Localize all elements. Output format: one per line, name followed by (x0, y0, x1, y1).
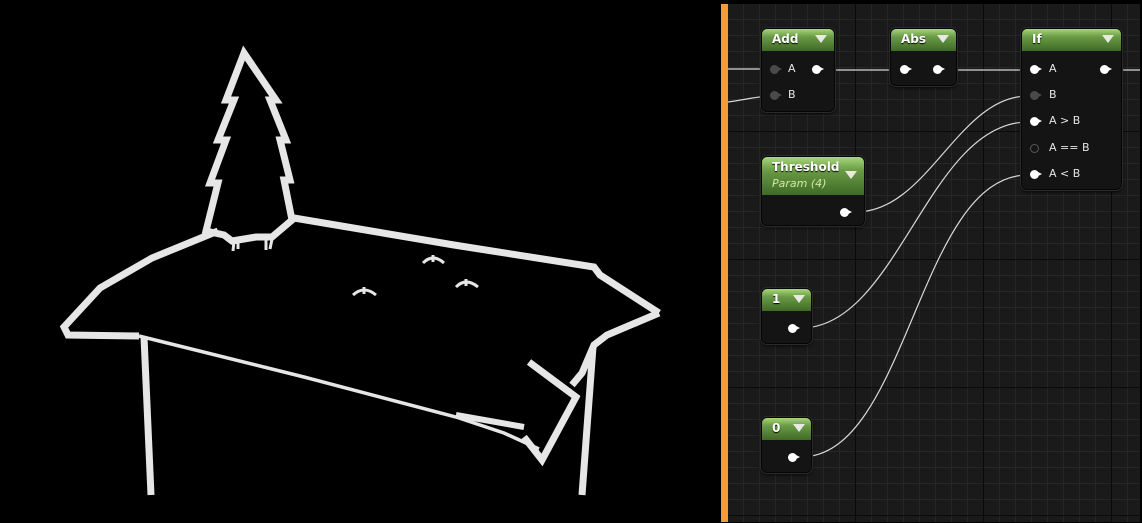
constant-1-node[interactable]: 1 (761, 288, 812, 344)
constant-1-output-pin[interactable] (788, 324, 800, 333)
constant-1-header[interactable]: 1 (762, 289, 811, 311)
abs-node-title: Abs (901, 32, 927, 46)
constant-1-title: 1 (772, 292, 781, 306)
chevron-down-icon[interactable] (793, 295, 805, 303)
tabletop-outline (59, 227, 220, 340)
if-input-aeqb-pin[interactable] (1030, 144, 1039, 153)
if-input-aeqb-label: A == B (1049, 141, 1090, 154)
add-input-b-pin[interactable] (770, 91, 782, 100)
object-3 (351, 287, 377, 297)
if-input-b-pin[interactable] (1030, 91, 1042, 100)
material-graph[interactable]: Add A B Abs If A B A > B A == B A < B Th… (728, 4, 1140, 522)
if-output-pin[interactable] (1100, 65, 1112, 74)
object-1 (421, 255, 446, 265)
abs-input-pin[interactable] (900, 65, 912, 74)
add-output-pin[interactable] (812, 65, 824, 74)
wire-threshold-to-if-b (855, 95, 1029, 213)
if-input-agtb-pin[interactable] (1030, 117, 1042, 126)
constant-0-node[interactable]: 0 (761, 417, 812, 473)
if-input-b-label: B (1049, 88, 1057, 101)
chevron-down-icon[interactable] (845, 171, 857, 179)
chevron-down-icon[interactable] (1102, 35, 1114, 43)
tabletop-front-edge (138, 334, 540, 451)
tree-outline (201, 45, 296, 245)
tree-base-mark-2 (264, 238, 274, 250)
add-input-a-pin[interactable] (770, 65, 782, 74)
threshold-node-subtitle: Param (4) (772, 177, 827, 190)
leg-left (140, 336, 155, 496)
if-node-header[interactable]: If (1022, 29, 1121, 51)
object-2 (454, 279, 479, 289)
tabletop-right-edge (569, 309, 661, 388)
chevron-down-icon[interactable] (815, 35, 827, 43)
chevron-down-icon[interactable] (793, 424, 805, 432)
add-node[interactable]: Add A B (761, 28, 835, 112)
if-node-title: If (1032, 32, 1042, 46)
tabletop-back-edge (293, 214, 661, 316)
constant-0-output-pin[interactable] (788, 453, 800, 462)
abs-node-header[interactable]: Abs (891, 29, 956, 51)
threshold-param-node[interactable]: Threshold Param (4) (761, 156, 865, 226)
add-node-header[interactable]: Add (762, 29, 834, 51)
if-input-a-label: A (1049, 62, 1057, 75)
threshold-node-header[interactable]: Threshold Param (4) (762, 157, 864, 195)
abs-node[interactable]: Abs (890, 28, 957, 86)
if-input-altb-pin[interactable] (1030, 170, 1042, 179)
threshold-output-pin[interactable] (840, 208, 852, 217)
window-frame: Add A B Abs If A B A > B A == B A < B Th… (0, 0, 1142, 523)
constant-0-title: 0 (772, 421, 781, 435)
add-node-title: Add (772, 32, 799, 46)
chevron-down-icon[interactable] (937, 35, 949, 43)
if-input-agtb-label: A > B (1049, 114, 1081, 127)
splitter-handle[interactable] (721, 4, 728, 522)
abs-output-pin[interactable] (933, 65, 945, 74)
if-node[interactable]: If A B A > B A == B A < B (1021, 28, 1122, 190)
threshold-node-title: Threshold (772, 160, 840, 174)
if-input-a-pin[interactable] (1030, 65, 1042, 74)
viewport[interactable] (4, 5, 721, 521)
if-input-altb-label: A < B (1049, 167, 1081, 180)
constant-0-header[interactable]: 0 (762, 418, 811, 440)
outline-render (59, 45, 661, 496)
add-input-a-label: A (788, 62, 796, 75)
cloth-flap (521, 359, 581, 467)
add-input-b-label: B (788, 88, 796, 101)
